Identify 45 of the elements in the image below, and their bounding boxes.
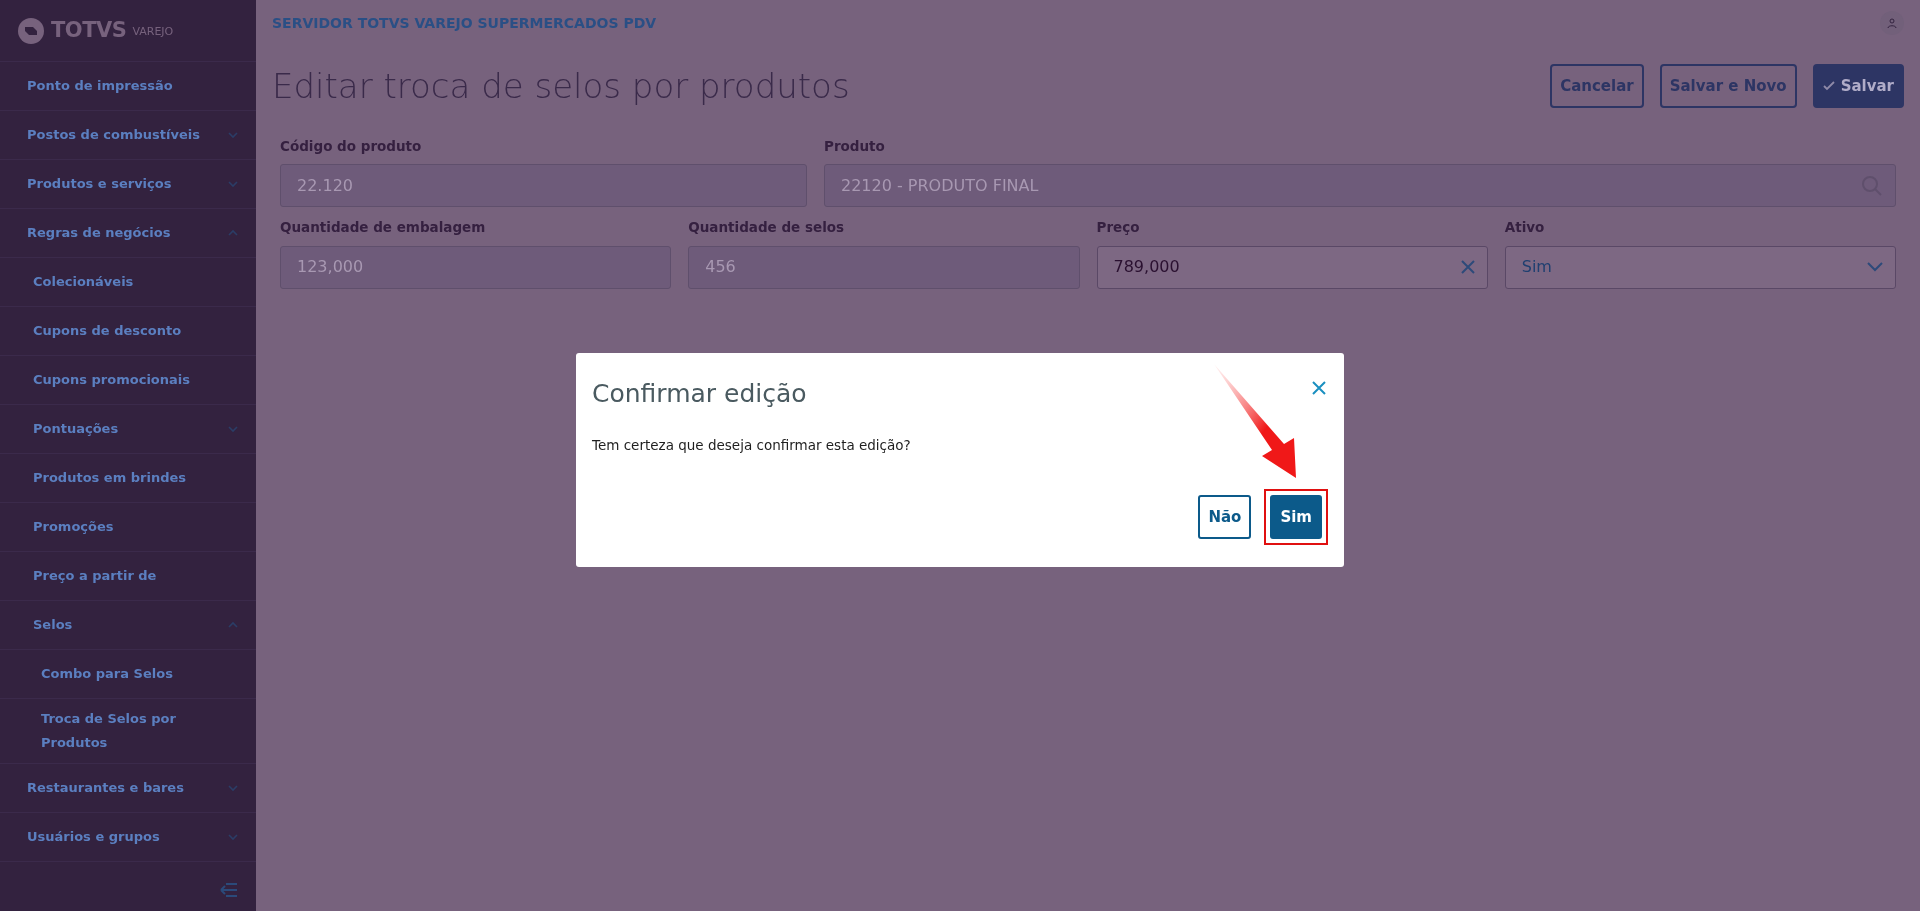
sidebar-item[interactable]: Promoções	[0, 503, 256, 552]
input-field: 22120 - PRODUTO FINAL	[824, 164, 1896, 208]
logo-icon	[17, 16, 45, 45]
sidebar-item[interactable]: Restaurantes e bares	[0, 764, 256, 813]
sidebar-item[interactable]: Cupons promocionais	[0, 356, 256, 405]
logo-text: TOTVS	[51, 16, 127, 44]
input-field: 456	[688, 245, 1080, 289]
input-field: 123,000	[280, 245, 672, 289]
sidebar-item[interactable]: Usuários e grupos	[0, 813, 256, 862]
sidebar-item[interactable]: Preço a partir de	[0, 552, 256, 601]
sidebar-item[interactable]: Selos	[0, 601, 256, 650]
page-title: Editar troca de selos por produtos	[272, 65, 850, 107]
collapse-menu-icon[interactable]	[220, 883, 238, 897]
confirm-button[interactable]: Sim	[1270, 495, 1322, 540]
field-label: Ativo	[1504, 218, 1545, 238]
sidebar-item[interactable]: Troca de Selos por Produtos	[0, 699, 256, 764]
user-avatar[interactable]	[1880, 11, 1904, 35]
field-label: Preço	[1096, 218, 1140, 238]
check-icon	[1822, 81, 1835, 91]
sidebar-item[interactable]: Ponto de impressão	[0, 62, 256, 111]
dialog-title: Confirmar edição	[592, 379, 807, 409]
field-label: Código do produto	[280, 137, 422, 156]
sidebar-item[interactable]: Pontuações	[0, 405, 256, 454]
input-field[interactable]: 789,000	[1096, 245, 1488, 289]
field-label: Quantidade de selos	[688, 218, 845, 238]
clear-icon[interactable]	[1460, 260, 1475, 274]
dialog-message: Tem certeza que deseja confirmar esta edição?	[592, 436, 911, 455]
field-label: Produto	[824, 137, 885, 156]
server-name: SERVIDOR TOTVS VAREJO SUPERMERCADOS PDV	[272, 13, 657, 33]
field-label: Quantidade de embalagem	[280, 218, 486, 238]
toolbar-button[interactable]: Cancelar	[1550, 64, 1644, 108]
select-field[interactable]: Sim	[1504, 245, 1896, 289]
sidebar-item[interactable]: Produtos e serviços	[0, 160, 256, 209]
sidebar-item[interactable]: Colecionáveis	[0, 258, 256, 307]
sidebar-item[interactable]: Regras de negócios	[0, 209, 256, 258]
toolbar-button[interactable]: Salvar e Novo	[1659, 64, 1797, 108]
sidebar-item[interactable]: Produtos em brindes	[0, 454, 256, 503]
logo-subtitle: VAREJO	[132, 24, 174, 41]
input-field: 22.120	[280, 164, 807, 208]
chevron-down-icon	[1867, 262, 1883, 272]
cancel-button[interactable]: Não	[1198, 495, 1252, 540]
sidebar-item[interactable]: Postos de combustíveis	[0, 111, 256, 160]
sidebar-item[interactable]: Cupons de desconto	[0, 307, 256, 356]
save-button[interactable]: Salvar	[1812, 64, 1904, 108]
sidebar-item[interactable]: Combo para Selos	[0, 650, 256, 699]
